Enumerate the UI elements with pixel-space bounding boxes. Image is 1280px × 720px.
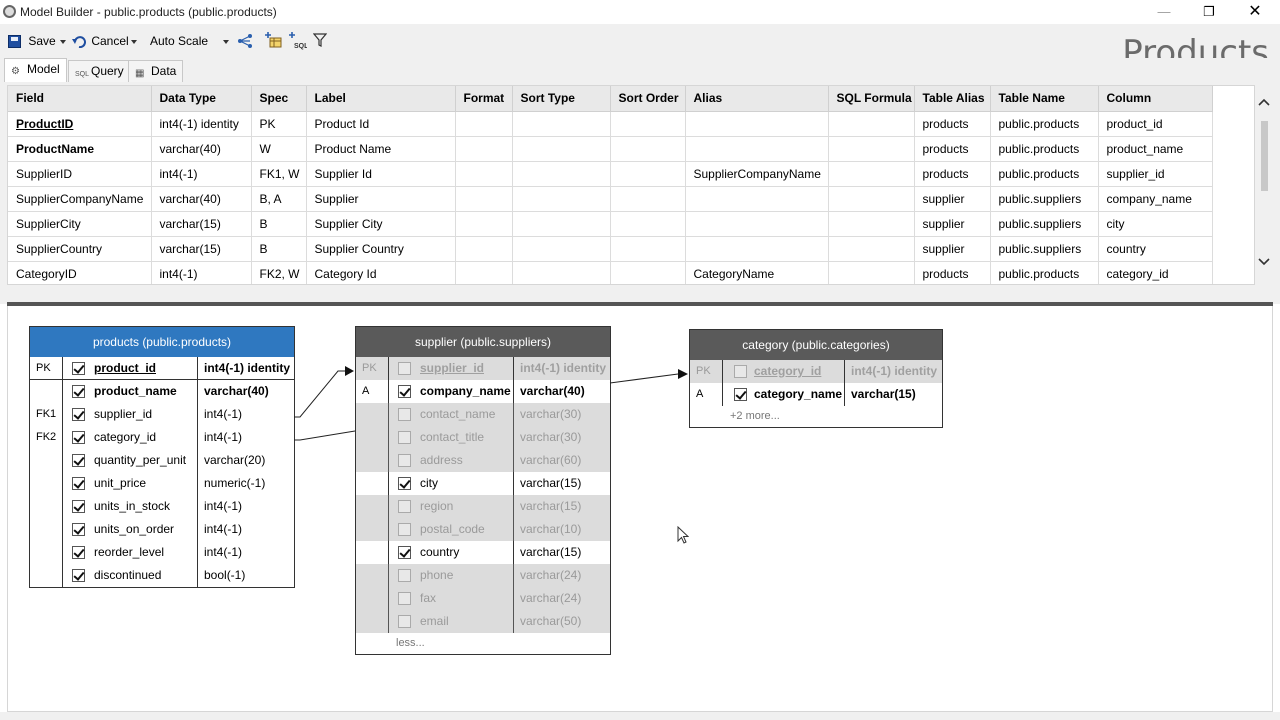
mouse-cursor-icon (677, 526, 689, 544)
status-strip (0, 712, 1280, 720)
fk2-connector (294, 430, 356, 441)
supplier-category-arrowhead (678, 369, 688, 379)
relationship-connectors (294, 366, 688, 441)
fk1-arrowhead (345, 366, 354, 376)
fk1-connector (294, 370, 346, 418)
supplier-category-connector (609, 373, 679, 384)
